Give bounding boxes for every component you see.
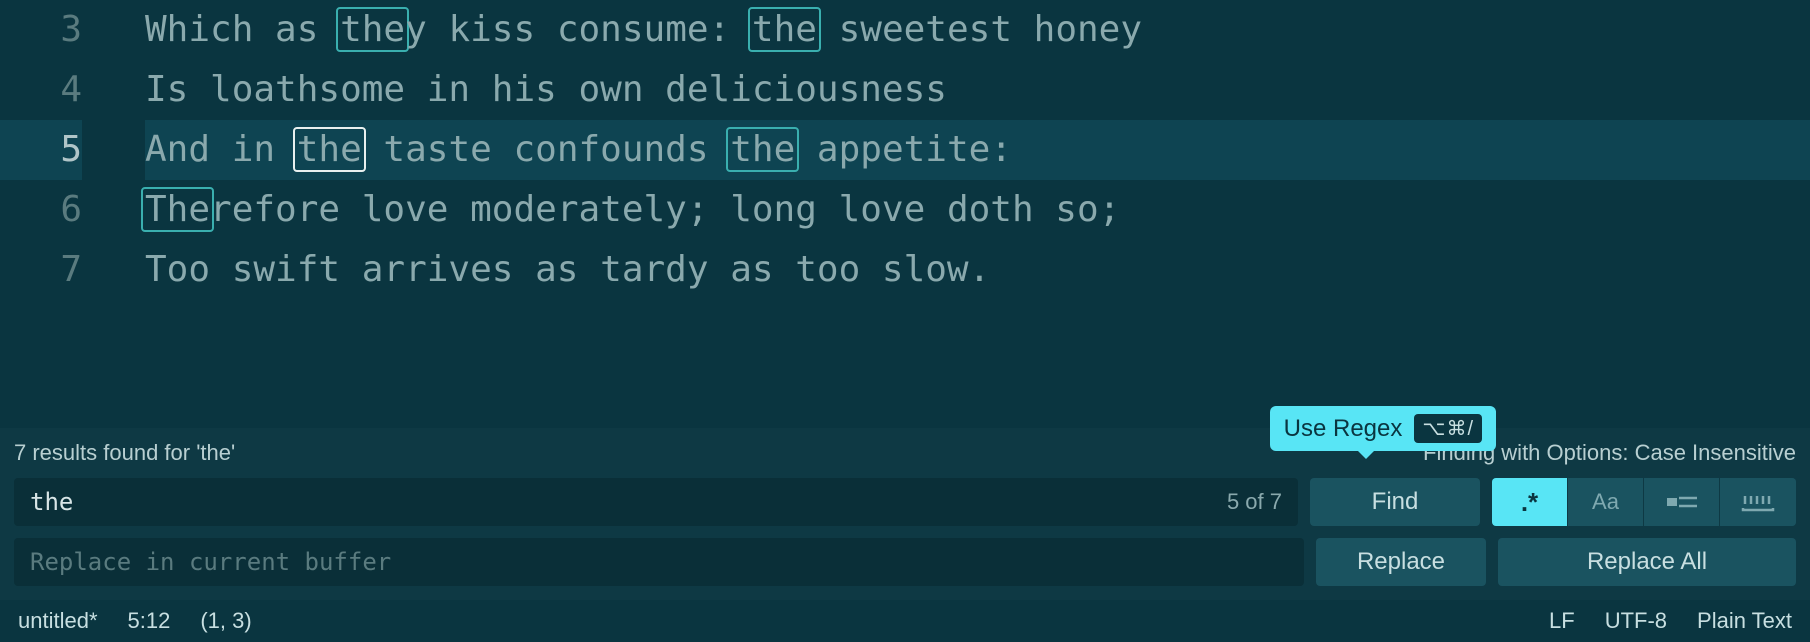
replace-input-container — [14, 538, 1304, 586]
search-highlight: the — [293, 127, 366, 172]
status-line-ending[interactable]: LF — [1549, 608, 1575, 634]
code-line[interactable]: Is loathsome in his own deliciousness — [145, 60, 1810, 120]
line-number: 4 — [0, 60, 82, 120]
status-bar: untitled* 5:12 (1, 3) LF UTF-8 Plain Tex… — [0, 600, 1810, 642]
case-icon: Aa — [1592, 489, 1619, 515]
find-input[interactable] — [30, 488, 1227, 516]
whole-word-icon — [1741, 490, 1775, 514]
line-number-gutter: 34567 — [0, 0, 100, 428]
find-replace-panel: Use Regex ⌥⌘/ 7 results found for 'the' … — [0, 428, 1810, 600]
status-cursor-position[interactable]: 5:12 — [128, 608, 171, 634]
replace-button[interactable]: Replace — [1316, 538, 1486, 586]
code-line[interactable]: Too swift arrives as tardy as too slow. — [145, 240, 1810, 300]
code-line[interactable]: And in the taste confounds the appetite: — [145, 120, 1810, 180]
find-button[interactable]: Find — [1310, 478, 1480, 526]
status-grammar[interactable]: Plain Text — [1697, 608, 1792, 634]
line-number: 6 — [0, 180, 82, 240]
line-number: 7 — [0, 240, 82, 300]
case-sensitive-toggle[interactable]: Aa — [1568, 478, 1644, 526]
selection-toggle[interactable] — [1644, 478, 1720, 526]
tooltip-label: Use Regex — [1284, 415, 1403, 443]
regex-icon: .* — [1521, 487, 1538, 518]
use-regex-tooltip: Use Regex ⌥⌘/ — [1270, 406, 1496, 451]
regex-toggle[interactable]: .* — [1492, 478, 1568, 526]
status-encoding[interactable]: UTF-8 — [1605, 608, 1667, 634]
search-highlight: the — [336, 7, 409, 52]
find-toggle-group: .* Aa — [1492, 478, 1796, 526]
find-input-container: 5 of 7 — [14, 478, 1298, 526]
code-text-area[interactable]: Which as they kiss consume: the sweetest… — [100, 0, 1810, 428]
replace-all-button[interactable]: Replace All — [1498, 538, 1796, 586]
selection-icon — [1665, 490, 1699, 514]
find-match-position: 5 of 7 — [1227, 489, 1282, 515]
code-line[interactable]: Therefore love moderately; long love dot… — [145, 180, 1810, 240]
status-filename[interactable]: untitled* — [18, 608, 98, 634]
line-number: 5 — [0, 120, 82, 180]
code-line[interactable]: Which as they kiss consume: the sweetest… — [145, 0, 1810, 60]
replace-input[interactable] — [30, 548, 1288, 576]
whole-word-toggle[interactable] — [1720, 478, 1796, 526]
line-number: 3 — [0, 0, 82, 60]
editor-area[interactable]: 34567 Which as they kiss consume: the sw… — [0, 0, 1810, 428]
find-results-count: 7 results found for 'the' — [14, 440, 235, 466]
status-selection[interactable]: (1, 3) — [200, 608, 251, 634]
tooltip-keyboard-shortcut: ⌥⌘/ — [1414, 414, 1482, 443]
search-highlight: the — [748, 7, 821, 52]
search-highlight: The — [141, 187, 214, 232]
search-highlight: the — [726, 127, 799, 172]
